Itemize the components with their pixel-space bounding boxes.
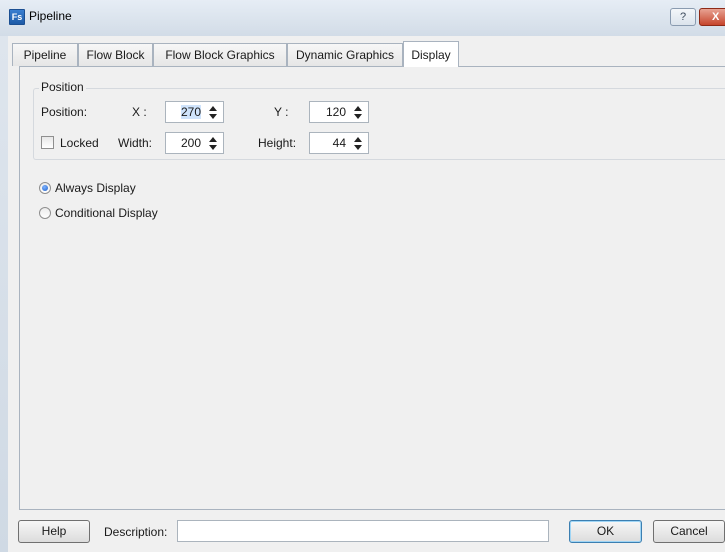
tab-display[interactable]: Display bbox=[403, 41, 459, 67]
spin-up-icon[interactable] bbox=[209, 106, 217, 111]
close-button[interactable]: X bbox=[699, 8, 725, 26]
spin-up-icon[interactable] bbox=[354, 106, 362, 111]
height-label: Height: bbox=[258, 136, 297, 150]
conditional-display-radio[interactable] bbox=[39, 207, 51, 219]
tab-pipeline[interactable]: Pipeline bbox=[12, 43, 78, 66]
spin-down-icon[interactable] bbox=[354, 114, 362, 119]
y-value[interactable]: 120 bbox=[326, 105, 346, 119]
help-button[interactable]: Help bbox=[18, 520, 90, 543]
description-label: Description: bbox=[104, 525, 168, 539]
help-titlebar-button[interactable]: ? bbox=[670, 8, 696, 26]
width-spinbox[interactable]: 200 bbox=[165, 132, 224, 154]
spin-down-icon[interactable] bbox=[209, 145, 217, 150]
x-spinbox[interactable]: 270 bbox=[165, 101, 224, 123]
description-input[interactable] bbox=[177, 520, 549, 542]
height-spinbox[interactable]: 44 bbox=[309, 132, 369, 154]
spin-down-icon[interactable] bbox=[209, 114, 217, 119]
always-display-label[interactable]: Always Display bbox=[55, 181, 136, 195]
pipeline-dialog: Fs Pipeline ? X Pipeline Flow Block Flow… bbox=[0, 0, 725, 552]
locked-checkbox[interactable] bbox=[41, 136, 54, 149]
spin-up-icon[interactable] bbox=[209, 137, 217, 142]
x-label: X : bbox=[132, 105, 147, 119]
spin-up-icon[interactable] bbox=[354, 137, 362, 142]
y-label: Y : bbox=[274, 105, 289, 119]
height-value[interactable]: 44 bbox=[333, 136, 346, 150]
width-spin-arrows[interactable] bbox=[209, 135, 217, 151]
x-spin-arrows[interactable] bbox=[209, 104, 217, 120]
conditional-display-label[interactable]: Conditional Display bbox=[55, 206, 158, 220]
tab-flow-block-graphics[interactable]: Flow Block Graphics bbox=[153, 43, 287, 66]
tab-flow-block[interactable]: Flow Block bbox=[78, 43, 153, 66]
window-title: Pipeline bbox=[29, 9, 72, 23]
ok-button[interactable]: OK bbox=[569, 520, 642, 543]
radio-selected-dot bbox=[42, 185, 48, 191]
always-display-radio[interactable] bbox=[39, 182, 51, 194]
y-spin-arrows[interactable] bbox=[354, 104, 362, 120]
width-value[interactable]: 200 bbox=[181, 136, 201, 150]
x-value[interactable]: 270 bbox=[180, 105, 201, 119]
app-icon: Fs bbox=[9, 9, 25, 25]
height-spin-arrows[interactable] bbox=[354, 135, 362, 151]
locked-label[interactable]: Locked bbox=[60, 136, 99, 150]
position-group-title: Position bbox=[39, 80, 86, 94]
spin-down-icon[interactable] bbox=[354, 145, 362, 150]
tab-dynamic-graphics[interactable]: Dynamic Graphics bbox=[287, 43, 403, 66]
cancel-button[interactable]: Cancel bbox=[653, 520, 725, 543]
width-label: Width: bbox=[118, 136, 153, 150]
title-bar[interactable]: Fs Pipeline ? X bbox=[0, 0, 725, 36]
y-spinbox[interactable]: 120 bbox=[309, 101, 369, 123]
position-label: Position: bbox=[41, 105, 88, 119]
